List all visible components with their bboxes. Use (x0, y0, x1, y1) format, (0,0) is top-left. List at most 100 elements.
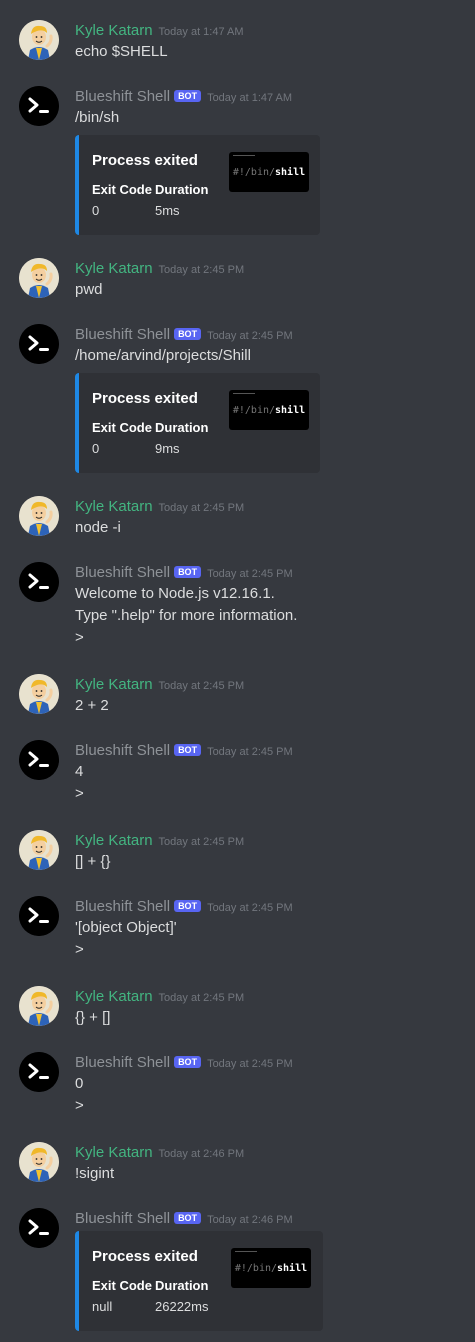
message-header: Kyle Katarn Today at 2:45 PM (75, 260, 244, 278)
message-text: > (75, 785, 84, 802)
message-text: > (75, 1097, 84, 1114)
timestamp[interactable]: Today at 1:47 AM (207, 92, 292, 104)
message-text: 2 + 2 (75, 697, 109, 714)
author-name[interactable]: Kyle Katarn (75, 988, 153, 1005)
user-avatar[interactable] (19, 1142, 59, 1182)
timestamp[interactable]: Today at 2:45 PM (207, 568, 293, 580)
message-header: Blueshift Shell BOT Today at 2:45 PM (75, 742, 293, 760)
timestamp[interactable]: Today at 2:45 PM (207, 330, 293, 342)
bot-avatar[interactable] (19, 324, 59, 364)
exit-code-value: 0 (92, 441, 100, 456)
message-text: echo $SHELL (75, 43, 168, 60)
embed-thumbnail[interactable]: #!/bin/shill (229, 152, 309, 192)
thumbnail-bar (233, 155, 255, 156)
author-name[interactable]: Blueshift Shell (75, 742, 170, 759)
thumbnail-prefix: #!/bin/ (232, 166, 276, 178)
bot-avatar[interactable] (19, 1052, 59, 1092)
author-name[interactable]: Kyle Katarn (75, 22, 153, 39)
message-header: Kyle Katarn Today at 2:46 PM (75, 1144, 244, 1162)
author-name[interactable]: Blueshift Shell (75, 564, 170, 581)
message-header: Blueshift Shell BOT Today at 2:46 PM (75, 1210, 293, 1228)
message-header: Blueshift Shell BOT Today at 2:45 PM (75, 1054, 293, 1072)
message-header: Kyle Katarn Today at 2:45 PM (75, 676, 244, 694)
author-name[interactable]: Kyle Katarn (75, 676, 153, 693)
bot-badge: BOT (174, 90, 202, 102)
user-avatar[interactable] (19, 674, 59, 714)
bot-avatar[interactable] (19, 86, 59, 126)
message-header: Kyle Katarn Today at 2:45 PM (75, 988, 244, 1006)
bot-avatar[interactable] (19, 896, 59, 936)
message-text: > (75, 941, 84, 958)
timestamp[interactable]: Today at 2:45 PM (159, 264, 245, 276)
user-avatar[interactable] (19, 830, 59, 870)
message-text: /bin/sh (75, 109, 120, 126)
timestamp[interactable]: Today at 2:45 PM (207, 902, 293, 914)
message-text: '[object Object]' (75, 919, 177, 936)
embed-title: Process exited (92, 390, 198, 407)
message-text: node -i (75, 519, 121, 536)
duration-label: Duration (155, 1278, 209, 1293)
process-embed: Process exited Exit Code null Duration 26222… (75, 1231, 323, 1331)
timestamp[interactable]: Today at 1:47 AM (159, 26, 244, 38)
thumbnail-suffix: shill (277, 1262, 308, 1274)
exit-code-value: null (92, 1299, 113, 1314)
timestamp[interactable]: Today at 2:46 PM (207, 1214, 293, 1226)
process-embed: Process exited Exit Code 0 Duration 9ms #!/bi… (75, 373, 320, 473)
message-text: > (75, 629, 84, 646)
duration-value: 5ms (155, 203, 180, 218)
exit-code-value: 0 (92, 203, 100, 218)
timestamp[interactable]: Today at 2:45 PM (207, 1058, 293, 1070)
message-header: Blueshift Shell BOT Today at 2:45 PM (75, 326, 293, 344)
embed-thumbnail[interactable]: #!/bin/shill (229, 390, 309, 430)
message-header: Kyle Katarn Today at 2:45 PM (75, 832, 244, 850)
bot-avatar[interactable] (19, 740, 59, 780)
message-text: 4 (75, 763, 84, 780)
user-avatar[interactable] (19, 986, 59, 1026)
author-name[interactable]: Blueshift Shell (75, 898, 170, 915)
thumbnail-suffix: shill (275, 404, 306, 416)
author-name[interactable]: Kyle Katarn (75, 1144, 153, 1161)
author-name[interactable]: Blueshift Shell (75, 88, 170, 105)
duration-label: Duration (155, 420, 209, 435)
timestamp[interactable]: Today at 2:45 PM (159, 836, 245, 848)
author-name[interactable]: Blueshift Shell (75, 1210, 170, 1227)
thumbnail-prefix: #!/bin/ (234, 1262, 278, 1274)
author-name[interactable]: Blueshift Shell (75, 326, 170, 343)
timestamp[interactable]: Today at 2:45 PM (159, 992, 245, 1004)
thumbnail-suffix: shill (275, 166, 306, 178)
message-header: Blueshift Shell BOT Today at 2:45 PM (75, 564, 293, 582)
author-name[interactable]: Kyle Katarn (75, 832, 153, 849)
bot-avatar[interactable] (19, 562, 59, 602)
thumbnail-bar (233, 393, 255, 394)
duration-label: Duration (155, 182, 209, 197)
process-embed: Process exited Exit Code 0 Duration 5ms #!/bi… (75, 135, 320, 235)
bot-badge: BOT (174, 900, 202, 912)
timestamp[interactable]: Today at 2:45 PM (159, 680, 245, 692)
timestamp[interactable]: Today at 2:45 PM (159, 502, 245, 514)
message-text: Type ".help" for more information. (75, 607, 298, 624)
message-text: !sigint (75, 1165, 115, 1182)
bot-badge: BOT (174, 1212, 202, 1224)
timestamp[interactable]: Today at 2:45 PM (207, 746, 293, 758)
message-text: pwd (75, 281, 103, 298)
bot-avatar[interactable] (19, 1208, 59, 1248)
author-name[interactable]: Kyle Katarn (75, 498, 153, 515)
message-text: {} + [] (75, 1009, 111, 1026)
exit-code-label: Exit Code (92, 1278, 152, 1293)
message-text: /home/arvind/projects/Shill (75, 347, 251, 364)
duration-value: 9ms (155, 441, 180, 456)
embed-thumbnail[interactable]: #!/bin/shill (231, 1248, 311, 1288)
exit-code-label: Exit Code (92, 420, 152, 435)
message-header: Blueshift Shell BOT Today at 1:47 AM (75, 88, 292, 106)
timestamp[interactable]: Today at 2:46 PM (159, 1148, 245, 1160)
user-avatar[interactable] (19, 496, 59, 536)
embed-title: Process exited (92, 152, 198, 169)
user-avatar[interactable] (19, 258, 59, 298)
message-text: Welcome to Node.js v12.16.1. (75, 585, 275, 602)
author-name[interactable]: Blueshift Shell (75, 1054, 170, 1071)
thumbnail-bar (235, 1251, 257, 1252)
duration-value: 26222ms (155, 1299, 209, 1314)
author-name[interactable]: Kyle Katarn (75, 260, 153, 277)
user-avatar[interactable] (19, 20, 59, 60)
bot-badge: BOT (174, 566, 202, 578)
